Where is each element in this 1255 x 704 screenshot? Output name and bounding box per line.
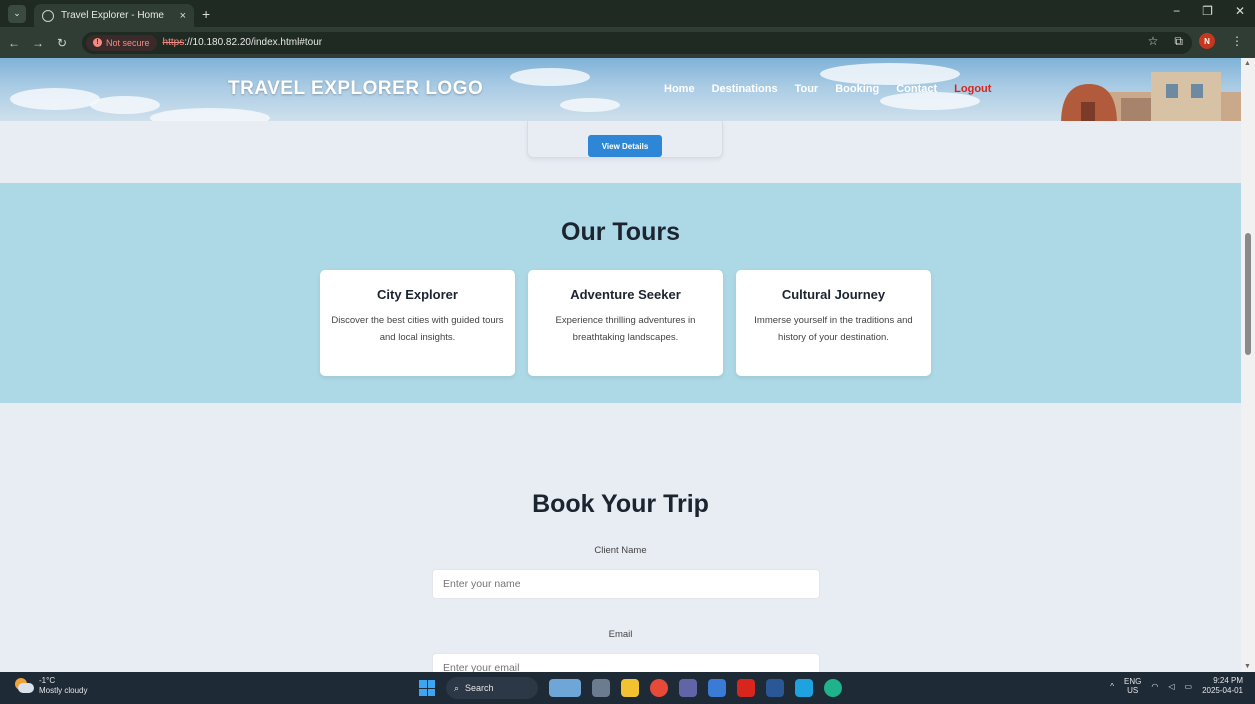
forward-icon[interactable]: → bbox=[28, 36, 48, 50]
restore-icon[interactable]: ❐ bbox=[1202, 4, 1213, 18]
site-header: TRAVEL EXPLORER LOGO Home Destinations T… bbox=[0, 58, 1241, 121]
tour-card-description: Discover the best cities with guided tou… bbox=[331, 315, 504, 343]
tab-title: Travel Explorer - Home bbox=[61, 10, 164, 21]
search-label: Search bbox=[465, 683, 494, 693]
email-input[interactable] bbox=[432, 653, 820, 672]
address-bar[interactable]: ! Not secure https://10.180.82.20/index.… bbox=[82, 31, 1192, 54]
file-explorer-icon[interactable] bbox=[621, 679, 639, 697]
new-tab-button[interactable]: + bbox=[202, 6, 210, 22]
extensions-icon[interactable]: ⧉ bbox=[1174, 34, 1183, 49]
destination-card: View Details bbox=[527, 121, 723, 158]
minimize-icon[interactable]: − bbox=[1173, 4, 1180, 18]
warning-icon: ! bbox=[93, 38, 102, 47]
browser-tab[interactable]: Travel Explorer - Home × bbox=[34, 4, 194, 27]
taskbar-apps: ⌕ Search bbox=[419, 677, 842, 699]
tours-section: Our Tours City Explorer Discover the bes… bbox=[0, 183, 1241, 403]
nav-destinations[interactable]: Destinations bbox=[712, 83, 778, 95]
tour-card-title: City Explorer bbox=[377, 287, 458, 302]
tour-card-cultural-journey[interactable]: Cultural Journey Immerse yourself in the… bbox=[736, 270, 931, 376]
scroll-down-icon[interactable]: ▼ bbox=[1244, 663, 1251, 670]
weather-temp: -1°C bbox=[39, 676, 56, 685]
main-nav: Home Destinations Tour Booking Contact L… bbox=[664, 83, 991, 95]
taskbar-search[interactable]: ⌕ Search bbox=[446, 677, 538, 699]
scroll-up-icon[interactable]: ▲ bbox=[1244, 60, 1251, 67]
system-tray: ^ ENG US ◠ ◁ ▭ 9:24 PM 2025-04-01 bbox=[1110, 676, 1243, 696]
weather-cloud-icon bbox=[14, 678, 34, 694]
security-label: Not secure bbox=[106, 37, 150, 48]
browser-toolbar: ← → ↻ ! Not secure https://10.180.82.20/… bbox=[0, 27, 1255, 58]
header-building-image bbox=[1061, 72, 1241, 121]
word-icon[interactable] bbox=[766, 679, 784, 697]
tour-card-description: Immerse yourself in the traditions and h… bbox=[754, 315, 913, 343]
security-chip[interactable]: ! Not secure bbox=[86, 34, 157, 51]
windows-start-icon[interactable] bbox=[419, 680, 435, 696]
clock-time: 9:24 PM bbox=[1213, 676, 1243, 685]
widgets-icon[interactable] bbox=[549, 679, 581, 697]
toolbar-right: ☆ ⧉ N ⋮ bbox=[1148, 33, 1243, 49]
wifi-icon[interactable]: ◠ bbox=[1151, 682, 1158, 691]
tours-heading: Our Tours bbox=[561, 218, 680, 246]
client-name-label: Client Name bbox=[594, 545, 647, 556]
tab-close-icon[interactable]: × bbox=[180, 10, 186, 22]
reload-icon[interactable]: ↻ bbox=[52, 36, 72, 50]
task-view-icon[interactable] bbox=[592, 679, 610, 697]
nav-contact[interactable]: Contact bbox=[896, 83, 937, 95]
client-name-input[interactable] bbox=[432, 569, 820, 599]
language-indicator[interactable]: ENG US bbox=[1124, 677, 1141, 695]
tour-card-title: Adventure Seeker bbox=[570, 287, 681, 302]
store-icon[interactable] bbox=[708, 679, 726, 697]
window-controls: − ❐ ✕ bbox=[1173, 4, 1245, 18]
lang-region: US bbox=[1127, 686, 1139, 695]
tab-search-icon[interactable]: ⌄ bbox=[8, 4, 26, 23]
globe-icon bbox=[42, 9, 54, 22]
teams-icon[interactable] bbox=[679, 679, 697, 697]
url-text: ://10.180.82.20/index.html#tour bbox=[184, 37, 323, 48]
view-details-button[interactable]: View Details bbox=[588, 135, 662, 157]
tour-card-adventure-seeker[interactable]: Adventure Seeker Experience thrilling ad… bbox=[528, 270, 723, 376]
windows-taskbar: -1°C Mostly cloudy ⌕ Search ^ ENG US ◠ ◁… bbox=[0, 672, 1255, 704]
page-viewport: TRAVEL EXPLORER LOGO Home Destinations T… bbox=[0, 58, 1241, 672]
lang-code: ENG bbox=[1124, 677, 1142, 686]
clock[interactable]: 9:24 PM 2025-04-01 bbox=[1202, 676, 1243, 696]
profile-avatar[interactable]: N bbox=[1199, 33, 1215, 49]
battery-icon[interactable]: ▭ bbox=[1185, 682, 1193, 691]
tour-card-city-explorer[interactable]: City Explorer Discover the best cities w… bbox=[320, 270, 515, 376]
scrollbar-thumb[interactable] bbox=[1245, 233, 1251, 355]
page-scrollbar[interactable]: ▲ ▼ bbox=[1241, 58, 1255, 672]
nav-tour[interactable]: Tour bbox=[795, 83, 819, 95]
email-label: Email bbox=[608, 629, 633, 640]
tour-card-description: Experience thrilling adventures in breat… bbox=[555, 315, 696, 343]
weather-widget[interactable]: -1°C Mostly cloudy bbox=[14, 676, 87, 696]
acrobat-icon[interactable] bbox=[737, 679, 755, 697]
menu-dots-icon[interactable]: ⋮ bbox=[1231, 34, 1243, 48]
tray-chevron-icon[interactable]: ^ bbox=[1110, 682, 1114, 691]
search-icon: ⌕ bbox=[454, 682, 460, 693]
nav-logout[interactable]: Logout bbox=[954, 83, 991, 95]
bookmark-star-icon[interactable]: ☆ bbox=[1148, 34, 1159, 48]
tour-card-title: Cultural Journey bbox=[781, 287, 886, 302]
booking-heading: Book Your Trip bbox=[532, 490, 709, 518]
site-logo[interactable]: TRAVEL EXPLORER LOGO bbox=[228, 78, 483, 100]
browser-tabbar: ⌄ Travel Explorer - Home × + − ❐ ✕ bbox=[0, 0, 1255, 27]
chrome-icon[interactable] bbox=[650, 679, 668, 697]
clock-date: 2025-04-01 bbox=[1202, 686, 1243, 695]
edge-icon[interactable] bbox=[824, 679, 842, 697]
nav-booking[interactable]: Booking bbox=[835, 83, 879, 95]
volume-icon[interactable]: ◁ bbox=[1168, 682, 1174, 691]
weather-desc: Mostly cloudy bbox=[39, 686, 88, 695]
url-scheme: https bbox=[162, 37, 185, 48]
nav-home[interactable]: Home bbox=[664, 83, 695, 95]
close-icon[interactable]: ✕ bbox=[1235, 4, 1245, 18]
outlook-icon[interactable] bbox=[795, 679, 813, 697]
back-icon[interactable]: ← bbox=[4, 36, 24, 50]
